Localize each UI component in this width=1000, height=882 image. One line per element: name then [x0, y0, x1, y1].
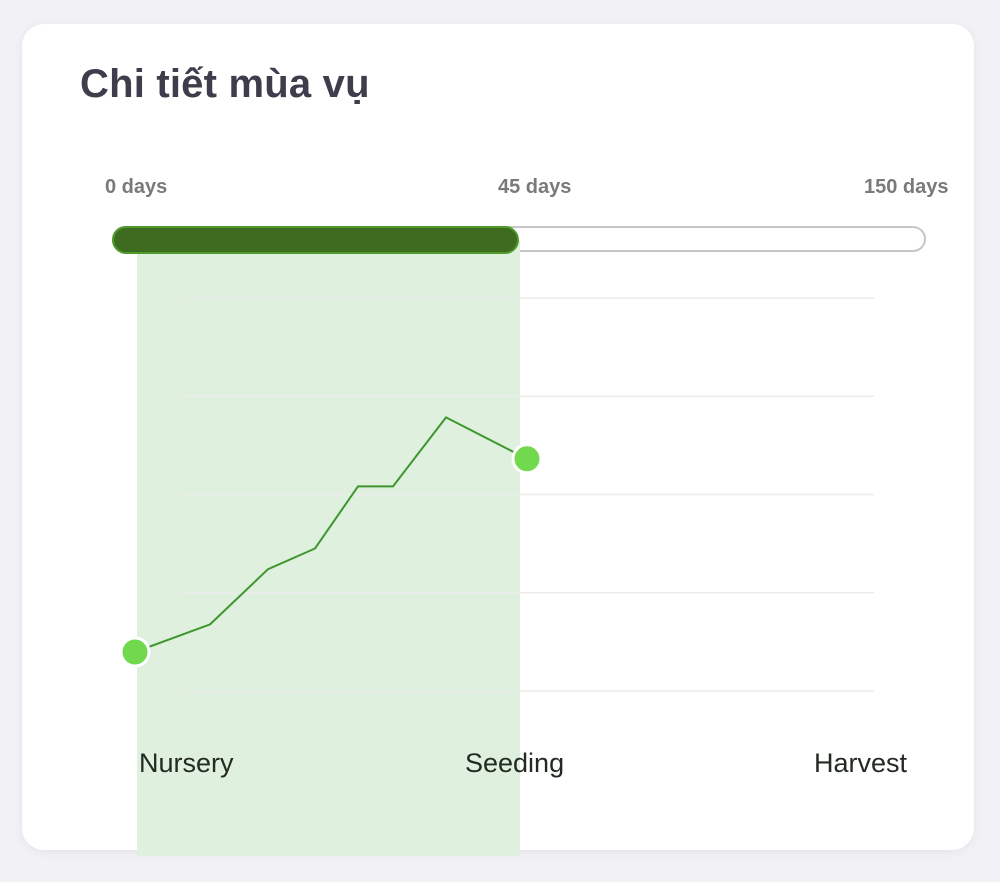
- stage-label-nursery: Nursery: [139, 748, 234, 778]
- stage-label-seeding: Seeding: [465, 748, 565, 778]
- stage-label-harvest: Harvest: [814, 748, 908, 778]
- current-point-marker: [511, 443, 543, 475]
- start-point-marker: [119, 636, 151, 668]
- season-progress-fill: [112, 226, 519, 254]
